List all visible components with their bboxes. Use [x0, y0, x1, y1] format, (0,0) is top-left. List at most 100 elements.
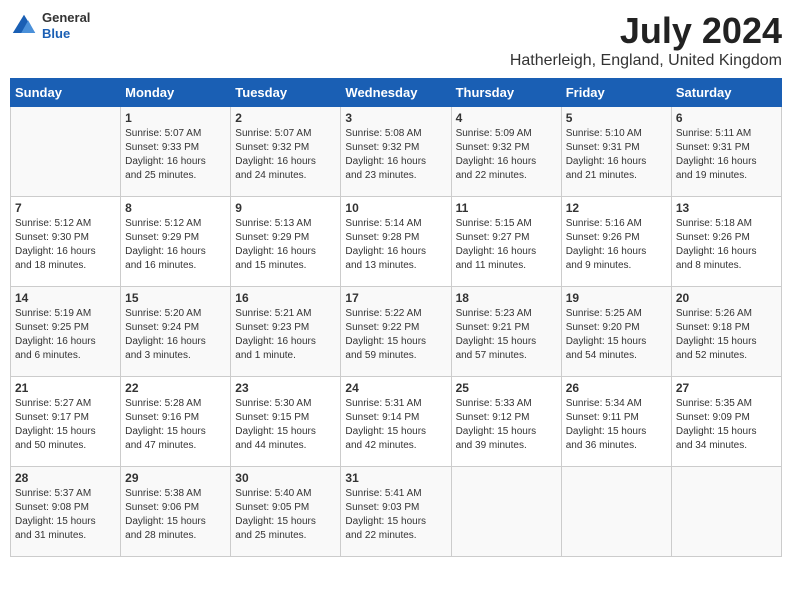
- calendar-cell: 9Sunrise: 5:13 AM Sunset: 9:29 PM Daylig…: [231, 197, 341, 287]
- calendar-cell: [671, 467, 781, 557]
- header-cell-tuesday: Tuesday: [231, 79, 341, 107]
- day-number: 21: [15, 381, 116, 395]
- calendar-cell: 17 Sunrise: 5:22 AM Sunset: 9:22 PM Dayli…: [341, 287, 451, 377]
- day-info: Sunrise: 5:31 AM Sunset: 9:14 PM Dayligh…: [345, 397, 446, 453]
- calendar-cell: 13Sunrise: 5:18 AM Sunset: 9:26 PM Dayli…: [671, 197, 781, 287]
- day-info: Sunrise: 5:35 AM Sunset: 9:09 PM Dayligh…: [676, 397, 777, 453]
- calendar-cell: 7Sunrise: 5:12 AM Sunset: 9:30 PM Daylig…: [11, 197, 121, 287]
- calendar-cell: 1Sunrise: 5:07 AM Sunset: 9:33 PM Daylig…: [121, 107, 231, 197]
- calendar-cell: 5Sunrise: 5:10 AM Sunset: 9:31 PM Daylig…: [561, 107, 671, 197]
- day-number: 26: [566, 381, 667, 395]
- day-info: Sunrise: 5:21 AM Sunset: 9:23 PM Dayligh…: [235, 307, 336, 363]
- day-info: Sunrise: 5:27 AM Sunset: 9:17 PM Dayligh…: [15, 397, 116, 453]
- day-info: Sunrise: 5:41 AM Sunset: 9:03 PM Dayligh…: [345, 487, 446, 543]
- header-cell-monday: Monday: [121, 79, 231, 107]
- day-info: Sunrise: 5:25 AM Sunset: 9:20 PM Dayligh…: [566, 307, 667, 363]
- calendar-cell: 20 Sunrise: 5:26 AM Sunset: 9:18 PM Dayli…: [671, 287, 781, 377]
- calendar-table: SundayMondayTuesdayWednesdayThursdayFrid…: [10, 78, 782, 557]
- day-number: 23: [235, 381, 336, 395]
- calendar-week-4: 21 Sunrise: 5:27 AM Sunset: 9:17 PM Dayli…: [11, 377, 782, 467]
- day-info: Sunrise: 5:11 AM Sunset: 9:31 PM Dayligh…: [676, 127, 777, 183]
- day-info: Sunrise: 5:26 AM Sunset: 9:18 PM Dayligh…: [676, 307, 777, 363]
- day-number: 4: [456, 111, 557, 125]
- day-info: Sunrise: 5:15 AM Sunset: 9:27 PM Dayligh…: [456, 217, 557, 273]
- day-info: Sunrise: 5:10 AM Sunset: 9:31 PM Dayligh…: [566, 127, 667, 183]
- subtitle: Hatherleigh, England, United Kingdom: [510, 52, 782, 70]
- header-cell-wednesday: Wednesday: [341, 79, 451, 107]
- day-number: 1: [125, 111, 226, 125]
- calendar-body: 1Sunrise: 5:07 AM Sunset: 9:33 PM Daylig…: [11, 107, 782, 557]
- calendar-cell: 26 Sunrise: 5:34 AM Sunset: 9:11 PM Dayli…: [561, 377, 671, 467]
- day-info: Sunrise: 5:19 AM Sunset: 9:25 PM Dayligh…: [15, 307, 116, 363]
- calendar-cell: 6 Sunrise: 5:11 AM Sunset: 9:31 PM Daylig…: [671, 107, 781, 197]
- calendar-cell: 30 Sunrise: 5:40 AM Sunset: 9:05 PM Dayli…: [231, 467, 341, 557]
- day-number: 18: [456, 291, 557, 305]
- calendar-cell: 27 Sunrise: 5:35 AM Sunset: 9:09 PM Dayli…: [671, 377, 781, 467]
- calendar-cell: 28 Sunrise: 5:37 AM Sunset: 9:08 PM Dayli…: [11, 467, 121, 557]
- day-number: 6: [676, 111, 777, 125]
- day-info: Sunrise: 5:23 AM Sunset: 9:21 PM Dayligh…: [456, 307, 557, 363]
- day-number: 27: [676, 381, 777, 395]
- day-info: Sunrise: 5:30 AM Sunset: 9:15 PM Dayligh…: [235, 397, 336, 453]
- day-info: Sunrise: 5:14 AM Sunset: 9:28 PM Dayligh…: [345, 217, 446, 273]
- calendar-cell: 24Sunrise: 5:31 AM Sunset: 9:14 PM Dayli…: [341, 377, 451, 467]
- calendar-cell: 21 Sunrise: 5:27 AM Sunset: 9:17 PM Dayli…: [11, 377, 121, 467]
- calendar-cell: 19 Sunrise: 5:25 AM Sunset: 9:20 PM Dayli…: [561, 287, 671, 377]
- calendar-cell: 16 Sunrise: 5:21 AM Sunset: 9:23 PM Dayli…: [231, 287, 341, 377]
- calendar-header: SundayMondayTuesdayWednesdayThursdayFrid…: [11, 79, 782, 107]
- calendar-cell: 15Sunrise: 5:20 AM Sunset: 9:24 PM Dayli…: [121, 287, 231, 377]
- day-info: Sunrise: 5:08 AM Sunset: 9:32 PM Dayligh…: [345, 127, 446, 183]
- day-number: 3: [345, 111, 446, 125]
- day-number: 8: [125, 201, 226, 215]
- day-number: 2: [235, 111, 336, 125]
- calendar-week-2: 7Sunrise: 5:12 AM Sunset: 9:30 PM Daylig…: [11, 197, 782, 287]
- day-number: 22: [125, 381, 226, 395]
- day-info: Sunrise: 5:33 AM Sunset: 9:12 PM Dayligh…: [456, 397, 557, 453]
- header-cell-saturday: Saturday: [671, 79, 781, 107]
- calendar-cell: 8 Sunrise: 5:12 AM Sunset: 9:29 PM Daylig…: [121, 197, 231, 287]
- day-number: 7: [15, 201, 116, 215]
- day-info: Sunrise: 5:38 AM Sunset: 9:06 PM Dayligh…: [125, 487, 226, 543]
- main-title: July 2024: [510, 10, 782, 52]
- day-number: 14: [15, 291, 116, 305]
- day-number: 16: [235, 291, 336, 305]
- day-number: 11: [456, 201, 557, 215]
- logo-text: General Blue: [42, 10, 90, 41]
- day-number: 17: [345, 291, 446, 305]
- calendar-cell: 12 Sunrise: 5:16 AM Sunset: 9:26 PM Dayli…: [561, 197, 671, 287]
- day-info: Sunrise: 5:16 AM Sunset: 9:26 PM Dayligh…: [566, 217, 667, 273]
- day-info: Sunrise: 5:07 AM Sunset: 9:32 PM Dayligh…: [235, 127, 336, 183]
- day-number: 28: [15, 471, 116, 485]
- page-header: General Blue July 2024 Hatherleigh, Engl…: [10, 10, 782, 70]
- day-number: 25: [456, 381, 557, 395]
- calendar-cell: 4Sunrise: 5:09 AM Sunset: 9:32 PM Daylig…: [451, 107, 561, 197]
- day-info: Sunrise: 5:18 AM Sunset: 9:26 PM Dayligh…: [676, 217, 777, 273]
- calendar-cell: 18 Sunrise: 5:23 AM Sunset: 9:21 PM Dayli…: [451, 287, 561, 377]
- calendar-cell: [451, 467, 561, 557]
- day-number: 15: [125, 291, 226, 305]
- day-number: 19: [566, 291, 667, 305]
- day-info: Sunrise: 5:40 AM Sunset: 9:05 PM Dayligh…: [235, 487, 336, 543]
- header-cell-friday: Friday: [561, 79, 671, 107]
- day-number: 30: [235, 471, 336, 485]
- day-number: 12: [566, 201, 667, 215]
- calendar-cell: 10 Sunrise: 5:14 AM Sunset: 9:28 PM Dayli…: [341, 197, 451, 287]
- calendar-cell: 29Sunrise: 5:38 AM Sunset: 9:06 PM Dayli…: [121, 467, 231, 557]
- day-number: 20: [676, 291, 777, 305]
- header-row: SundayMondayTuesdayWednesdayThursdayFrid…: [11, 79, 782, 107]
- calendar-cell: 2 Sunrise: 5:07 AM Sunset: 9:32 PM Daylig…: [231, 107, 341, 197]
- day-number: 9: [235, 201, 336, 215]
- day-number: 10: [345, 201, 446, 215]
- title-section: July 2024 Hatherleigh, England, United K…: [510, 10, 782, 70]
- day-info: Sunrise: 5:22 AM Sunset: 9:22 PM Dayligh…: [345, 307, 446, 363]
- calendar-cell: 22 Sunrise: 5:28 AM Sunset: 9:16 PM Dayli…: [121, 377, 231, 467]
- day-info: Sunrise: 5:34 AM Sunset: 9:11 PM Dayligh…: [566, 397, 667, 453]
- day-info: Sunrise: 5:12 AM Sunset: 9:29 PM Dayligh…: [125, 217, 226, 273]
- day-info: Sunrise: 5:37 AM Sunset: 9:08 PM Dayligh…: [15, 487, 116, 543]
- day-info: Sunrise: 5:28 AM Sunset: 9:16 PM Dayligh…: [125, 397, 226, 453]
- header-cell-sunday: Sunday: [11, 79, 121, 107]
- calendar-cell: 31Sunrise: 5:41 AM Sunset: 9:03 PM Dayli…: [341, 467, 451, 557]
- calendar-cell: 25 Sunrise: 5:33 AM Sunset: 9:12 PM Dayli…: [451, 377, 561, 467]
- calendar-cell: 23 Sunrise: 5:30 AM Sunset: 9:15 PM Dayli…: [231, 377, 341, 467]
- logo: General Blue: [10, 10, 90, 41]
